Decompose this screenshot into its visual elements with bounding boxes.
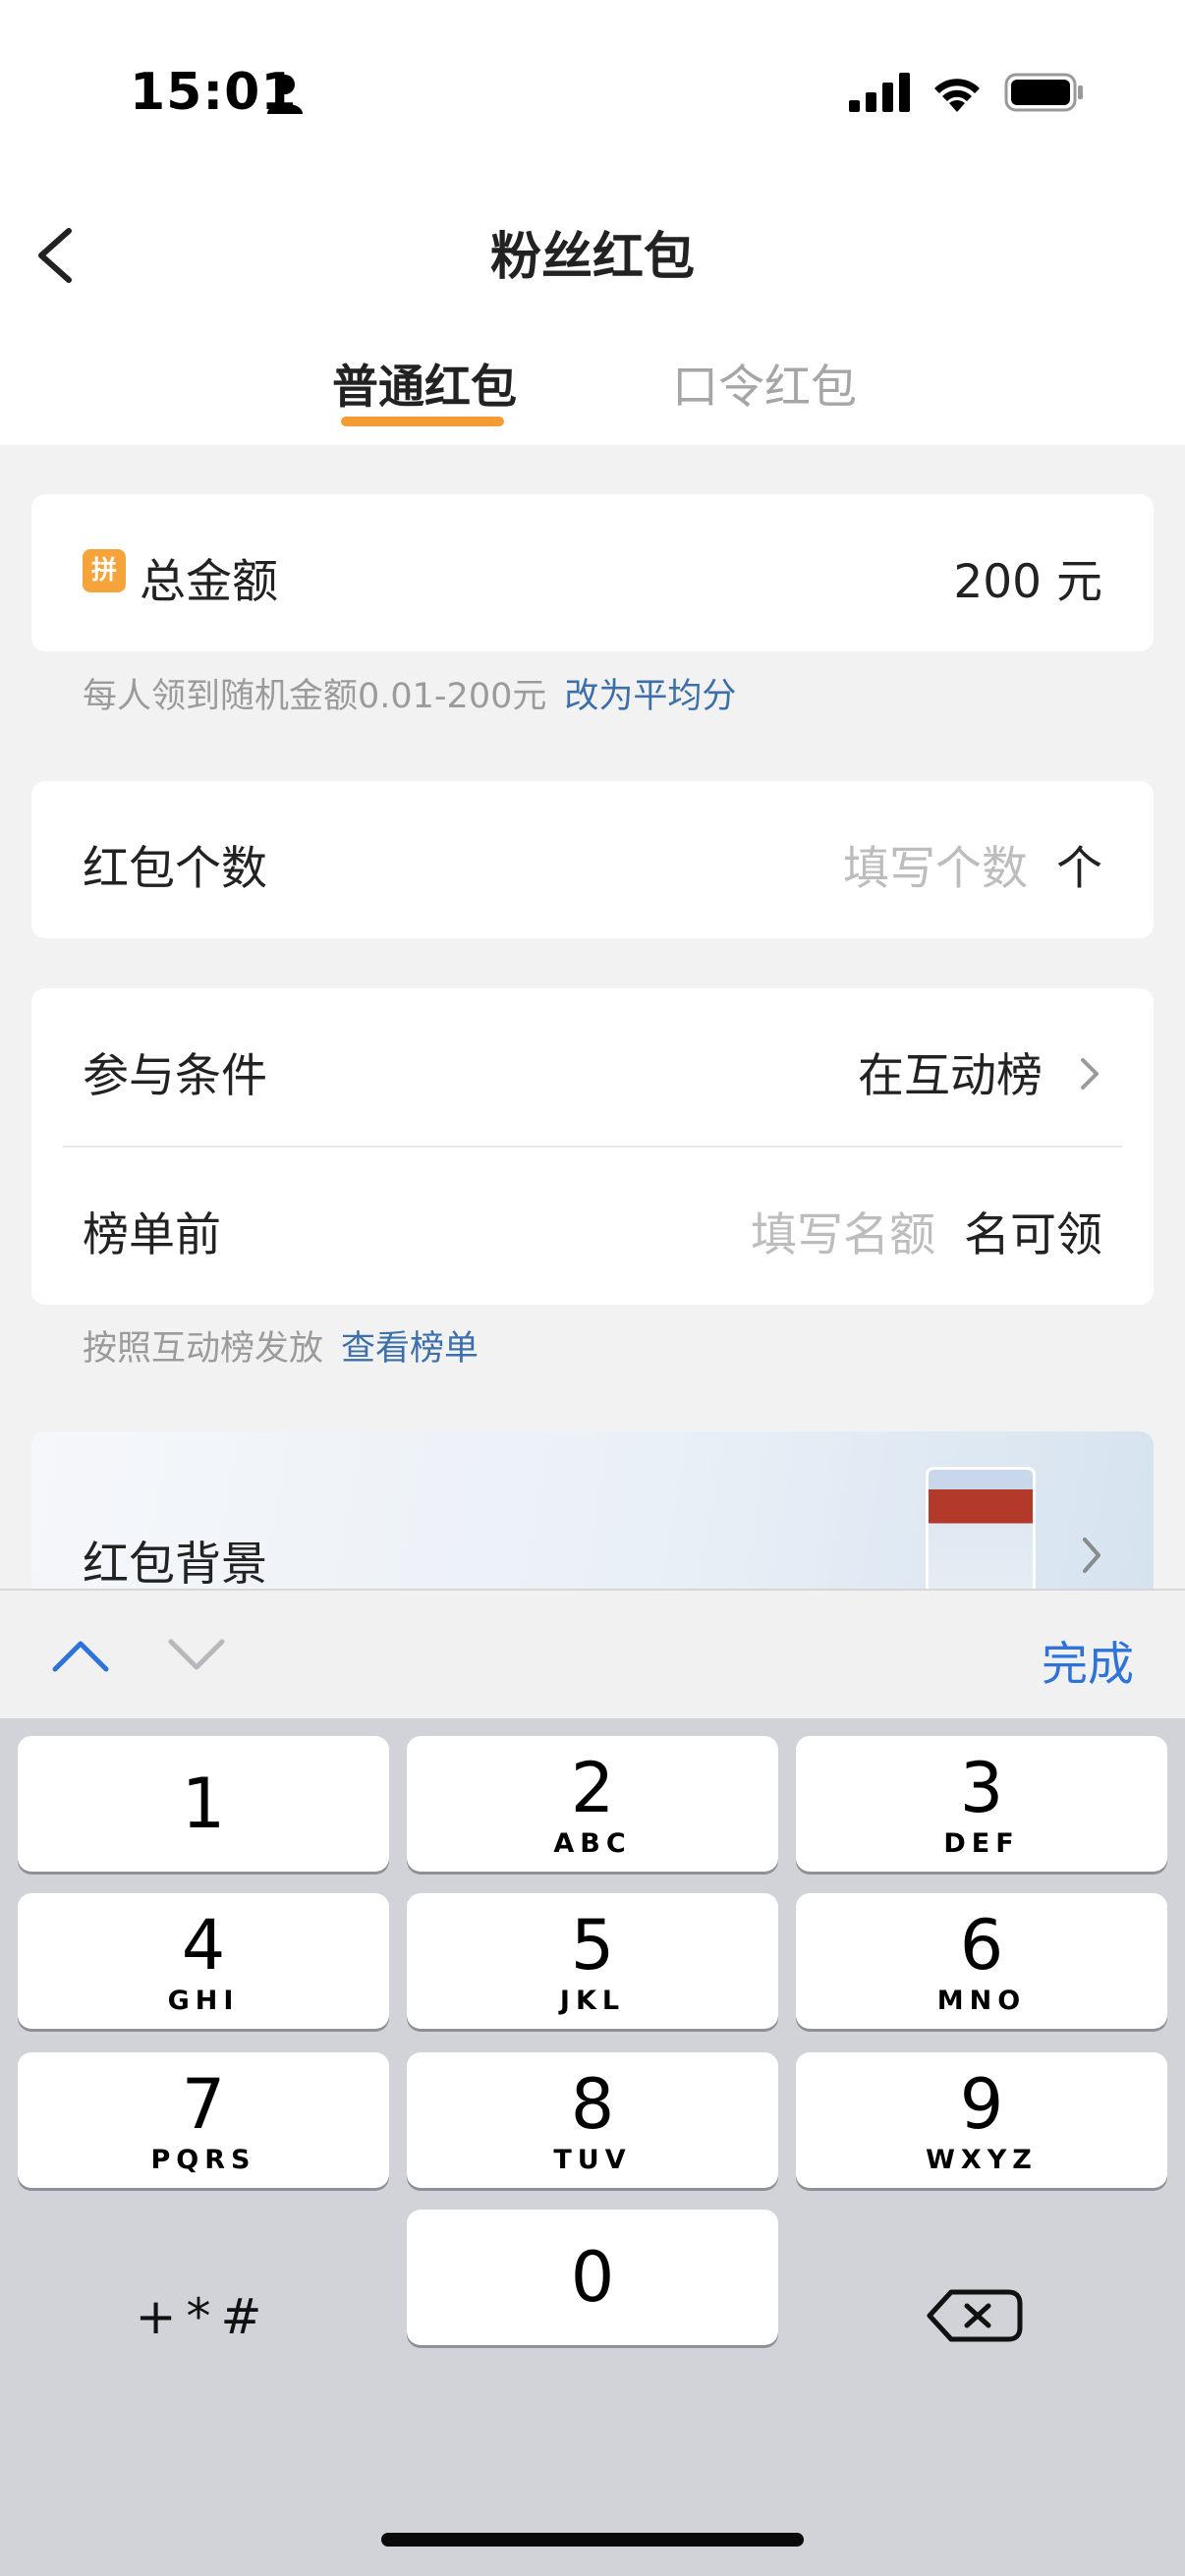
status-icons	[849, 73, 1085, 112]
key-letters: MNO	[936, 1986, 1027, 2016]
rank-unit: 名可领	[964, 1208, 1102, 1262]
next-field-arrow-icon[interactable]	[167, 1636, 226, 1675]
key-digit: 0	[570, 2237, 615, 2318]
numeric-keyboard: 1 2 ABC 3 DEF 4 GHI 5 JKL 6 MNO 7 PQRS 8…	[0, 1718, 1185, 2576]
red-packet-background-row[interactable]: 红包背景	[31, 1431, 1154, 1589]
participation-card: 参与条件 在互动榜 榜单前 填写名额 名可领	[31, 988, 1154, 1305]
done-button[interactable]: 完成	[1042, 1626, 1134, 1694]
key-5[interactable]: 5 JKL	[407, 1893, 778, 2029]
key-letters: DEF	[943, 1828, 1020, 1859]
rank-quota-field[interactable]: 填写名额 名可领	[751, 1197, 1102, 1264]
tab-password-red-packet[interactable]: 口令红包	[672, 349, 857, 417]
condition-value-text: 在互动榜	[858, 1049, 1044, 1103]
key-2[interactable]: 2 ABC	[407, 1736, 778, 1872]
total-amount-label: 总金额	[140, 555, 278, 609]
total-amount-row[interactable]: 拼 总金额 200 元	[31, 494, 1154, 651]
delete-backspace-icon[interactable]	[794, 2247, 1165, 2382]
red-packet-background-label: 红包背景	[83, 1538, 267, 1589]
row-divider	[63, 1146, 1122, 1148]
key-digit: 5	[570, 1905, 615, 1986]
random-amount-hint-text: 每人领到随机金额0.01-200元	[83, 677, 547, 716]
participation-condition-value[interactable]: 在互动榜	[858, 1037, 1104, 1105]
home-indicator	[381, 2533, 804, 2547]
red-packet-count-row[interactable]: 红包个数 填写个数 个	[31, 781, 1154, 938]
symbols-key[interactable]: +*#	[18, 2249, 389, 2384]
view-ranking-link[interactable]: 查看榜单	[341, 1329, 479, 1369]
key-letters: PQRS	[150, 2145, 256, 2175]
rank-hint-text: 按照互动榜发放	[83, 1329, 324, 1369]
key-letters: TUV	[553, 2145, 632, 2175]
total-amount-hint: 每人领到随机金额0.01-200元 改为平均分	[83, 668, 736, 718]
wifi-icon	[934, 79, 980, 112]
pin-badge-icon: 拼	[83, 549, 126, 592]
chevron-right-icon	[1083, 1538, 1100, 1573]
key-digit: 8	[570, 2064, 615, 2145]
red-packet-count-label: 红包个数	[83, 842, 267, 896]
rank-placeholder: 填写名额	[751, 1208, 936, 1262]
tab-bar: 普通红包 口令红包	[0, 319, 1185, 445]
key-3[interactable]: 3 DEF	[796, 1736, 1167, 1872]
key-7[interactable]: 7 PQRS	[18, 2052, 389, 2188]
key-0[interactable]: 0	[407, 2210, 778, 2345]
key-digit: 7	[181, 2064, 226, 2145]
key-letters: ABC	[553, 1828, 632, 1859]
key-digit: 6	[959, 1905, 1004, 1986]
key-digit: 2	[570, 1748, 615, 1828]
key-4[interactable]: 4 GHI	[18, 1893, 389, 2029]
key-digit: 3	[959, 1748, 1004, 1828]
key-letters: JKL	[559, 1986, 626, 2016]
tab-normal-red-packet[interactable]: 普通红包	[332, 349, 517, 417]
page-title: 粉丝红包	[489, 228, 695, 287]
rank-top-label: 榜单前	[83, 1208, 221, 1262]
key-1[interactable]: 1	[18, 1736, 389, 1872]
previous-field-arrow-icon[interactable]	[51, 1636, 110, 1675]
key-letters: WXYZ	[926, 2145, 1038, 2175]
background-thumbnail	[926, 1467, 1036, 1589]
key-digit: 9	[959, 2064, 1004, 2145]
person-icon	[267, 75, 303, 114]
chevron-right-icon	[1081, 1058, 1099, 1090]
count-placeholder: 填写个数	[843, 842, 1029, 896]
nav-bar: 粉丝红包	[0, 192, 1185, 319]
switch-to-even-split-link[interactable]: 改为平均分	[564, 677, 736, 716]
red-packet-count-field[interactable]: 填写个数 个	[843, 830, 1102, 898]
rank-hint: 按照互动榜发放 查看榜单	[83, 1320, 479, 1371]
key-8[interactable]: 8 TUV	[407, 2052, 778, 2188]
key-digit: 1	[181, 1764, 226, 1844]
key-9[interactable]: 9 WXYZ	[796, 2052, 1167, 2188]
count-unit: 个	[1056, 842, 1102, 896]
key-letters: GHI	[167, 1986, 240, 2016]
participation-condition-label: 参与条件	[83, 1049, 267, 1103]
status-bar: 15:01	[0, 0, 1185, 192]
key-digit: 4	[181, 1905, 226, 1986]
cellular-signal-icon	[849, 73, 910, 112]
active-tab-indicator	[341, 417, 504, 426]
total-amount-value[interactable]: 200 元	[953, 543, 1102, 611]
keyboard-toolbar: 完成	[0, 1589, 1185, 1718]
battery-icon	[1004, 73, 1083, 112]
key-6[interactable]: 6 MNO	[796, 1893, 1167, 2029]
